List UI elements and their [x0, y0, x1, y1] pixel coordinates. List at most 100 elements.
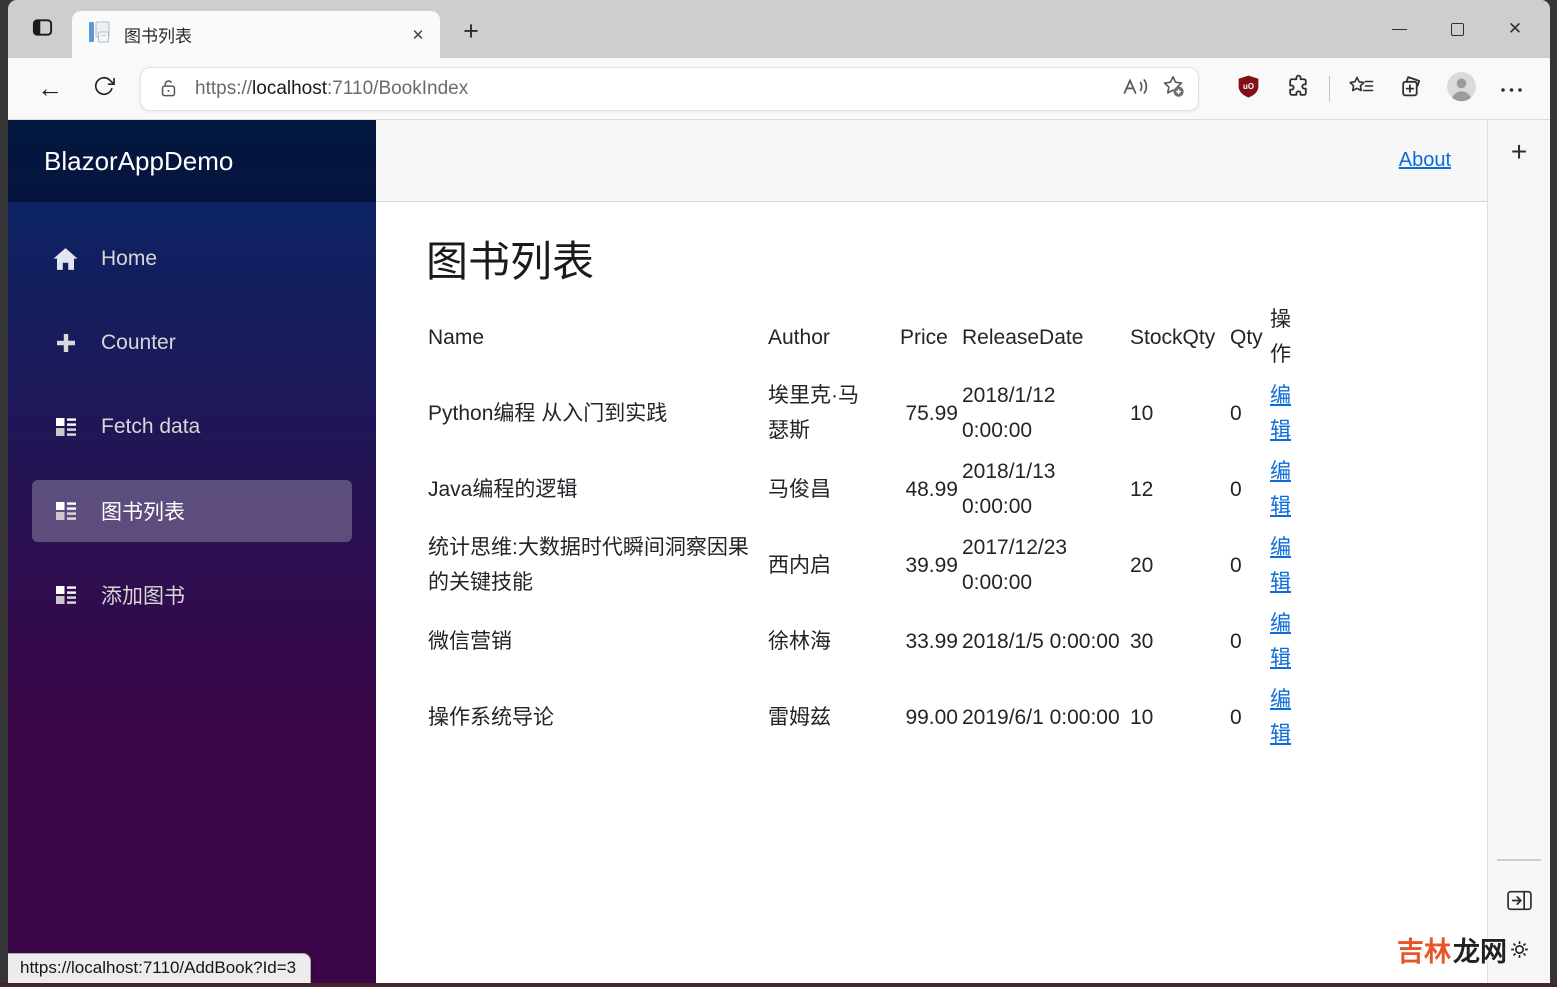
- sidebar-item-home[interactable]: Home: [32, 228, 352, 290]
- cell-author: 徐林海: [766, 603, 898, 679]
- list-rich-icon: [52, 415, 79, 439]
- sidebar-item-add-book[interactable]: 添加图书: [32, 564, 352, 626]
- app-sidebar: BlazorAppDemo Home Counter Fetch data 图书…: [8, 120, 376, 983]
- table-row: 操作系统导论 雷姆兹 99.00 2019/6/1 0:00:00 10 0 编…: [426, 679, 1304, 755]
- favorite-add-button[interactable]: [1154, 71, 1192, 107]
- collections-button[interactable]: [1386, 69, 1436, 109]
- main-area: About 图书列表 Name Author Price ReleaseDate: [376, 120, 1487, 983]
- settings-menu-button[interactable]: [1486, 69, 1536, 109]
- cell-release-date: 2018/1/12 0:00:00: [962, 384, 1056, 442]
- close-button[interactable]: ✕: [1486, 0, 1544, 58]
- read-aloud-icon: [1122, 76, 1149, 102]
- cell-release-date: 2017/12/23 0:00:00: [962, 536, 1068, 594]
- column-header-stockqty: StockQty: [1130, 325, 1216, 349]
- page-favicon: [88, 20, 110, 49]
- sidebar-item-label: 添加图书: [101, 585, 185, 608]
- sidebar-item-book-list[interactable]: 图书列表: [32, 480, 352, 542]
- extensions-button[interactable]: [1273, 69, 1323, 109]
- watermark-text-dark: 龙网: [1453, 937, 1507, 967]
- column-header-action: 操作: [1270, 308, 1291, 366]
- lock-icon: [151, 78, 185, 99]
- cell-stock-qty: 10: [1130, 401, 1154, 425]
- page-content: BlazorAppDemo Home Counter Fetch data 图书…: [8, 120, 1550, 983]
- column-header-qty: Qty: [1230, 325, 1263, 349]
- cell-qty: 0: [1230, 401, 1242, 425]
- plus-icon: [52, 331, 79, 355]
- sidebar-item-counter[interactable]: Counter: [32, 312, 352, 374]
- maximize-button[interactable]: [1428, 0, 1486, 58]
- sidebar-toggle-button[interactable]: [1499, 883, 1539, 923]
- tab-actions-button[interactable]: [24, 12, 60, 48]
- url-path: :7110/BookIndex: [327, 77, 469, 99]
- avatar-icon: [1446, 71, 1477, 107]
- cell-qty: 0: [1230, 477, 1242, 501]
- app-brand[interactable]: BlazorAppDemo: [8, 120, 376, 202]
- profile-button[interactable]: [1436, 69, 1486, 109]
- sidebar-item-label: Counter: [101, 331, 176, 354]
- cell-action: 编辑: [1268, 375, 1304, 451]
- table-row: 微信营销 徐林海 33.99 2018/1/5 0:00:00 30 0 编辑: [426, 603, 1304, 679]
- window-bottom-edge: [0, 983, 1557, 987]
- column-header-name: Name: [428, 325, 485, 349]
- cell-price: 39.99: [905, 553, 958, 577]
- cell-price: 48.99: [905, 477, 958, 501]
- edit-link[interactable]: 编辑: [1270, 688, 1291, 746]
- url-text[interactable]: https://localhost:7110/BookIndex: [195, 78, 1116, 100]
- about-link[interactable]: About: [1399, 149, 1451, 172]
- cell-stock-qty: 10: [1130, 705, 1154, 729]
- browser-tab[interactable]: 图书列表 ✕: [72, 11, 440, 58]
- books-table: Name Author Price ReleaseDate StockQty Q…: [426, 299, 1304, 755]
- table-row: Java编程的逻辑 马俊昌 48.99 2018/1/13 0:00:00 12…: [426, 451, 1304, 527]
- cell-release-date: 2018/1/5 0:00:00: [962, 629, 1120, 653]
- edit-link[interactable]: 编辑: [1270, 612, 1291, 670]
- toolbar-divider: [1329, 75, 1330, 102]
- browser-window: 图书列表 ✕ + ✕ ← https://localhost:7110/Book…: [8, 0, 1550, 983]
- address-bar[interactable]: https://localhost:7110/BookIndex: [140, 66, 1199, 111]
- ublock-badge-text: uO: [1243, 82, 1254, 91]
- minimize-button[interactable]: [1370, 0, 1428, 58]
- back-button[interactable]: ←: [30, 69, 70, 109]
- main-top-bar: About: [376, 120, 1487, 202]
- cell-price: 99.00: [905, 705, 958, 729]
- cell-action: 编辑: [1268, 451, 1304, 527]
- author-text: 西内启: [768, 553, 831, 577]
- refresh-icon: [93, 73, 115, 104]
- ublock-extension-button[interactable]: uO: [1223, 69, 1273, 109]
- cell-stock-qty: 12: [1130, 477, 1154, 501]
- edge-sidebar-rail: +: [1487, 120, 1550, 983]
- cell-price: 33.99: [905, 629, 958, 653]
- edit-link[interactable]: 编辑: [1270, 460, 1291, 518]
- column-header-releasedate: ReleaseDate: [962, 325, 1084, 349]
- read-aloud-button[interactable]: [1116, 71, 1154, 107]
- refresh-button[interactable]: [84, 69, 124, 109]
- edit-link[interactable]: 编辑: [1270, 536, 1291, 594]
- cell-release-date: 2019/6/1 0:00:00: [962, 705, 1120, 729]
- favorites-bar-button[interactable]: [1336, 69, 1386, 109]
- status-bar-url: https://localhost:7110/AddBook?Id=3: [8, 953, 312, 983]
- collections-icon: [1399, 74, 1424, 104]
- cell-stock-qty: 20: [1130, 553, 1154, 577]
- maximize-icon: [1450, 22, 1464, 36]
- cell-name: Java编程的逻辑: [428, 477, 578, 501]
- rail-new-button[interactable]: +: [1501, 134, 1537, 170]
- cell-release-date: 2018/1/13 0:00:00: [962, 460, 1056, 518]
- author-text: 徐林海: [768, 629, 831, 653]
- list-rich-icon: [52, 499, 79, 523]
- author-text: 埃里克·马瑟斯: [768, 384, 859, 442]
- sidebar-item-fetch-data[interactable]: Fetch data: [32, 396, 352, 458]
- watermark: 吉林 龙网: [1397, 930, 1530, 969]
- cell-name: Python编程 从入门到实践: [428, 401, 668, 425]
- edit-link[interactable]: 编辑: [1270, 384, 1291, 442]
- tab-title: 图书列表: [124, 27, 192, 46]
- workspaces-icon: [31, 16, 54, 44]
- cell-qty: 0: [1230, 705, 1242, 729]
- sidebar-item-label: 图书列表: [101, 501, 185, 524]
- sidebar-panel-icon: [1506, 888, 1533, 918]
- tab-close-button[interactable]: ✕: [404, 21, 432, 49]
- cell-author: 埃里克·马瑟斯: [766, 375, 898, 451]
- ublock-shield-icon: uO: [1236, 74, 1261, 104]
- rail-divider: [1497, 859, 1541, 861]
- new-tab-button[interactable]: +: [454, 14, 488, 48]
- window-controls: ✕: [1370, 0, 1544, 58]
- page-title: 图书列表: [426, 238, 595, 285]
